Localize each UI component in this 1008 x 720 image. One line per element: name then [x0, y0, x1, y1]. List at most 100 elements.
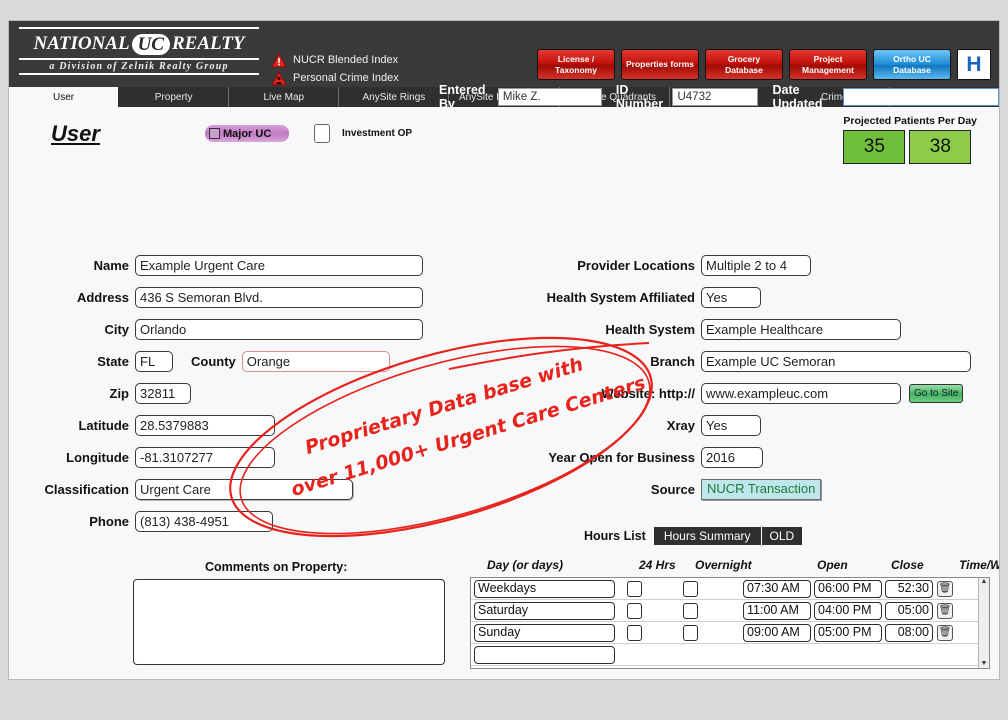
hours-timewk-input[interactable]: 08:00	[885, 623, 933, 642]
county-input[interactable]: Orange	[241, 351, 390, 372]
tab-property[interactable]: Property	[119, 87, 230, 107]
hours-table-scrollbar[interactable]: ▲ ▼	[978, 578, 989, 668]
scroll-down-arrow-icon[interactable]: ▼	[981, 660, 988, 668]
tab-live-map[interactable]: Live Map	[229, 87, 340, 107]
col-day: Day (or days)	[487, 558, 564, 572]
hours-day-input[interactable]: Weekdays	[474, 579, 615, 598]
header-action-buttons: License / Taxonomy Properties forms Groc…	[537, 49, 991, 80]
investment-op-label: Investment OP	[342, 128, 413, 139]
hours-timewk-input[interactable]: 05:00	[885, 601, 933, 620]
field-phone: Phone (813) 438-4951	[13, 511, 273, 532]
project-management-button[interactable]: Project Management	[789, 49, 867, 80]
comments-label: Comments on Property:	[205, 560, 348, 574]
trash-icon[interactable]: 🗑	[937, 602, 953, 619]
phone-input[interactable]: (813) 438-4951	[135, 511, 273, 532]
logo-tagline: a Division of Zelnik Realty Group	[19, 61, 259, 75]
address-input[interactable]: 436 S Semoran Blvd.	[135, 287, 423, 308]
hours-summary-button[interactable]: Hours Summary	[653, 527, 761, 545]
hours-24hrs-checkbox[interactable]	[627, 602, 642, 619]
provider-locations-input[interactable]: Multiple 2 to 4	[701, 255, 811, 276]
branch-label: Branch	[650, 354, 695, 369]
hours-close-input[interactable]: 06:00 PM	[814, 579, 882, 598]
projected-patients-caption: Projected Patients Per Day	[843, 115, 977, 127]
trash-icon[interactable]: 🗑	[937, 580, 953, 597]
col-overnight: Overnight	[695, 558, 752, 572]
field-latitude: Latitude 28.5379883	[13, 415, 275, 436]
table-row[interactable]: Sunday 09:00 AM 05:00 PM 08:00 🗑	[471, 622, 989, 644]
field-longitude: Longitude -81.3107277	[13, 447, 275, 468]
warning-person-triangle-icon	[271, 70, 287, 85]
hours-list-label: Hours List	[584, 529, 646, 543]
ortho-uc-database-button[interactable]: Ortho UC Database	[873, 49, 951, 80]
hours-24hrs-checkbox[interactable]	[627, 580, 642, 597]
logo-national-text: NATIONAL	[33, 33, 130, 54]
source-input[interactable]: NUCR Transaction	[701, 479, 822, 500]
nucr-blended-index-row[interactable]: NUCR Blended Index	[271, 51, 399, 69]
tab-user[interactable]: User	[9, 87, 120, 107]
zip-label: Zip	[109, 386, 130, 401]
hours-timewk-input[interactable]: 52:30	[885, 579, 933, 598]
field-name: Name Example Urgent Care	[13, 255, 423, 276]
properties-forms-button[interactable]: Properties forms	[621, 49, 699, 80]
branch-input[interactable]: Example UC Semoran	[701, 351, 971, 372]
hospital-h-button[interactable]: H	[957, 49, 991, 80]
trash-icon[interactable]: 🗑	[937, 624, 953, 641]
investment-op-checkbox[interactable]	[314, 124, 330, 143]
field-state-county: State FL County Orange	[13, 351, 390, 372]
xray-label: Xray	[666, 418, 695, 433]
name-input[interactable]: Example Urgent Care	[135, 255, 423, 276]
field-website: Website: http:// www.exampleuc.com Go to…	[479, 383, 964, 404]
health-system-affiliated-input[interactable]: Yes	[701, 287, 761, 308]
projected-patients-value-2: 38	[909, 130, 972, 164]
go-to-site-button[interactable]: Go to Site	[909, 384, 964, 403]
hours-old-button[interactable]: OLD	[760, 527, 803, 545]
nucr-blended-index-label: NUCR Blended Index	[293, 54, 399, 66]
provider-locations-label: Provider Locations	[577, 258, 695, 273]
grocery-database-button[interactable]: Grocery Database	[705, 49, 783, 80]
table-row[interactable]: Saturday 11:00 AM 04:00 PM 05:00 🗑	[471, 600, 989, 622]
date-updated-input[interactable]	[843, 88, 999, 106]
hours-day-input[interactable]: Sunday	[474, 623, 615, 642]
website-input[interactable]: www.exampleuc.com	[701, 383, 901, 404]
major-uc-toggle[interactable]: Major UC	[205, 125, 289, 142]
health-system-input[interactable]: Example Healthcare	[701, 319, 901, 340]
state-input[interactable]: FL	[135, 351, 173, 372]
hours-close-input[interactable]: 05:00 PM	[814, 623, 882, 642]
hours-open-input[interactable]: 07:30 AM	[743, 579, 811, 598]
hours-close-input[interactable]: 04:00 PM	[814, 601, 882, 620]
id-number-input[interactable]	[672, 88, 759, 106]
table-row[interactable]	[471, 644, 989, 666]
longitude-input[interactable]: -81.3107277	[135, 447, 275, 468]
field-branch: Branch Example UC Semoran	[479, 351, 971, 372]
hours-open-input[interactable]: 11:00 AM	[743, 601, 811, 620]
hours-overnight-checkbox[interactable]	[683, 624, 698, 641]
hours-overnight-checkbox[interactable]	[683, 580, 698, 597]
zip-input[interactable]: 32811	[135, 383, 191, 404]
source-label: Source	[650, 482, 695, 497]
tab-anysite-rings[interactable]: AnySite Rings	[339, 87, 450, 107]
license-taxonomy-button[interactable]: License / Taxonomy	[537, 49, 615, 80]
city-input[interactable]: Orlando	[135, 319, 423, 340]
hours-open-input[interactable]: 09:00 AM	[743, 623, 811, 642]
table-row[interactable]: Weekdays 07:30 AM 06:00 PM 52:30 🗑	[471, 578, 989, 600]
hours-day-input-empty[interactable]	[474, 645, 615, 664]
field-health-system-affiliated: Health System Affiliated Yes	[479, 287, 761, 308]
hours-day-input[interactable]: Saturday	[474, 601, 615, 620]
classification-input[interactable]: Urgent Care	[135, 479, 353, 500]
hours-24hrs-checkbox[interactable]	[627, 624, 642, 641]
hours-overnight-checkbox[interactable]	[683, 602, 698, 619]
comments-textarea[interactable]	[133, 579, 445, 665]
hours-table: Weekdays 07:30 AM 06:00 PM 52:30 🗑 Satur…	[470, 577, 990, 669]
index-warnings: NUCR Blended Index Personal Crime Index	[271, 51, 399, 87]
latitude-input[interactable]: 28.5379883	[135, 415, 275, 436]
form-content: User Major UC Investment OP Projected Pa…	[9, 107, 999, 679]
field-zip: Zip 32811	[13, 383, 191, 404]
year-open-label: Year Open for Business	[548, 450, 695, 465]
scroll-up-arrow-icon[interactable]: ▲	[981, 578, 988, 586]
col-timewk: Time/Wk	[959, 558, 999, 572]
field-provider-locations: Provider Locations Multiple 2 to 4	[479, 255, 811, 276]
xray-input[interactable]: Yes	[701, 415, 761, 436]
personal-crime-index-row[interactable]: Personal Crime Index	[271, 69, 399, 87]
year-open-input[interactable]: 2016	[701, 447, 763, 468]
entered-by-input[interactable]	[497, 88, 602, 106]
